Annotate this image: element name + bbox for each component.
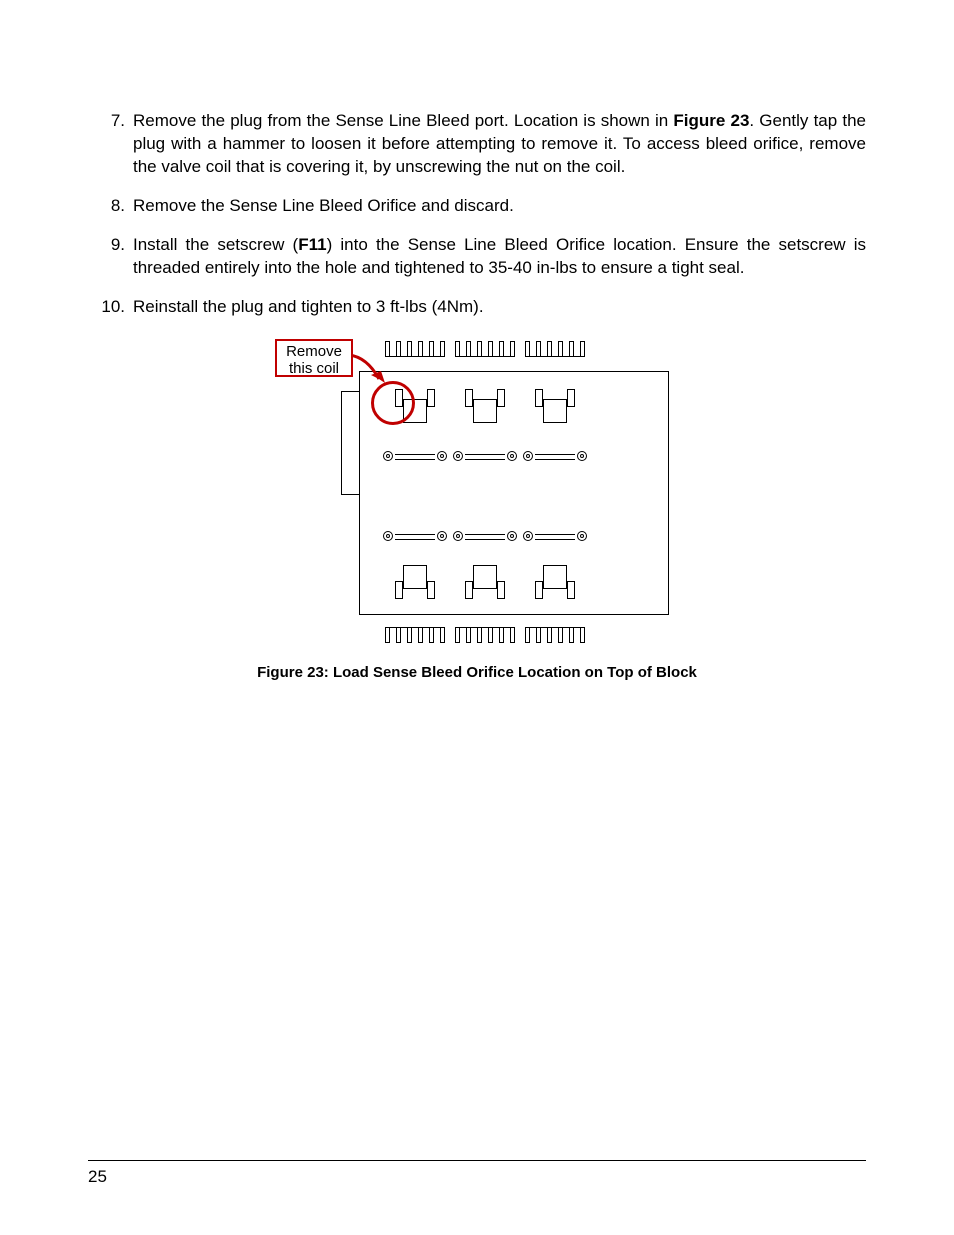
step-number: 9. xyxy=(88,234,133,280)
screw-row xyxy=(383,531,447,545)
step-number: 10. xyxy=(88,296,133,319)
step-7: 7. Remove the plug from the Sense Line B… xyxy=(88,110,866,179)
coil-fins-bottom xyxy=(455,627,515,647)
instruction-list: 7. Remove the plug from the Sense Line B… xyxy=(88,110,866,319)
document-page: 7. Remove the plug from the Sense Line B… xyxy=(0,0,954,1235)
step-8: 8. Remove the Sense Line Bleed Orifice a… xyxy=(88,195,866,218)
callout-line2: this coil xyxy=(289,360,339,377)
figure-wrap: Remove this coil xyxy=(88,337,866,683)
side-block xyxy=(341,391,361,495)
coil-fins-bottom xyxy=(385,627,445,647)
solenoid-top xyxy=(535,391,575,431)
step-text: Install the setscrew (F11) into the Sens… xyxy=(133,234,866,280)
screw-row xyxy=(453,451,517,465)
solenoid-bottom xyxy=(465,557,505,597)
page-number: 25 xyxy=(88,1166,107,1189)
valve-module-3 xyxy=(521,337,589,647)
coil-fins-top xyxy=(385,337,445,357)
step-9: 9. Install the setscrew (F11) into the S… xyxy=(88,234,866,280)
figure-diagram: Remove this coil xyxy=(267,337,687,657)
screw-row xyxy=(523,451,587,465)
step-number: 7. xyxy=(88,110,133,179)
highlight-circle-icon xyxy=(371,381,415,425)
callout-box: Remove this coil xyxy=(275,339,353,377)
solenoid-bottom xyxy=(535,557,575,597)
step-number: 8. xyxy=(88,195,133,218)
step-10: 10. Reinstall the plug and tighten to 3 … xyxy=(88,296,866,319)
step-text: Reinstall the plug and tighten to 3 ft-l… xyxy=(133,296,866,319)
solenoid-bottom xyxy=(395,557,435,597)
callout-line1: Remove xyxy=(286,343,342,360)
coil-fins-top xyxy=(455,337,515,357)
solenoid-top xyxy=(465,391,505,431)
figure-caption: Figure 23: Load Sense Bleed Orifice Loca… xyxy=(88,663,866,683)
coil-fins-top xyxy=(525,337,585,357)
coil-fins-bottom xyxy=(525,627,585,647)
screw-row xyxy=(523,531,587,545)
screw-row xyxy=(453,531,517,545)
step-text: Remove the plug from the Sense Line Blee… xyxy=(133,110,866,179)
valve-module-2 xyxy=(451,337,519,647)
footer-rule xyxy=(88,1160,866,1161)
screw-row xyxy=(383,451,447,465)
step-text: Remove the Sense Line Bleed Orifice and … xyxy=(133,195,866,218)
